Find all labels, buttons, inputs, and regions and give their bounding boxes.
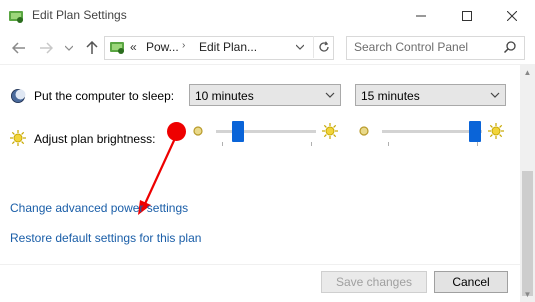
scroll-down-icon[interactable]: ▼ (520, 287, 535, 302)
brightness-thumb-plugged[interactable] (469, 121, 481, 142)
bright-sun-icon (488, 123, 504, 139)
address-history-button[interactable] (292, 39, 308, 55)
up-button[interactable] (83, 40, 101, 56)
recent-locations-button[interactable] (64, 40, 74, 56)
control-panel-icon (110, 42, 124, 54)
refresh-button[interactable] (313, 36, 334, 58)
scrollbar-thumb[interactable] (522, 171, 533, 296)
dim-sun-icon (193, 126, 203, 136)
breadcrumb-item-power[interactable]: Pow... (146, 40, 179, 54)
minimize-button[interactable] (398, 0, 444, 32)
forward-button[interactable] (37, 40, 55, 56)
close-icon (507, 11, 517, 21)
maximize-icon (462, 11, 472, 21)
search-input[interactable]: Search Control Panel (354, 40, 468, 54)
power-options-icon (9, 11, 23, 23)
brightness-slider-battery[interactable] (216, 130, 316, 133)
chevron-down-icon (65, 45, 73, 51)
slider-tick (477, 142, 478, 146)
slider-tick (311, 142, 312, 146)
select-value: 10 minutes (195, 89, 254, 103)
dim-sun-icon (359, 126, 369, 136)
back-button[interactable] (10, 40, 28, 56)
footer-divider (0, 264, 520, 265)
arrow-up-icon (86, 41, 98, 54)
moon-icon (11, 89, 26, 103)
sleep-plugged-in-select[interactable]: 15 minutes (355, 84, 506, 106)
brightness-slider-plugged[interactable] (382, 130, 482, 133)
chevron-down-icon (325, 88, 335, 105)
refresh-icon (319, 41, 329, 52)
window-title: Edit Plan Settings (32, 8, 127, 22)
chevron-down-icon (490, 88, 500, 105)
chevron-down-icon (296, 44, 304, 50)
arrow-right-icon (40, 42, 53, 54)
save-changes-button[interactable]: Save changes (321, 271, 427, 293)
arrow-left-icon (12, 42, 25, 54)
maximize-button[interactable] (444, 0, 490, 32)
sun-icon (10, 130, 26, 146)
sleep-on-battery-select[interactable]: 10 minutes (189, 84, 341, 106)
brightness-thumb-battery[interactable] (232, 121, 244, 142)
breadcrumb-item-edit-plan[interactable]: Edit Plan... (199, 40, 257, 54)
cancel-button[interactable]: Cancel (434, 271, 508, 293)
search-icon[interactable] (503, 40, 517, 54)
bright-sun-icon (322, 123, 338, 139)
slider-tick (222, 142, 223, 146)
scroll-up-icon[interactable]: ▲ (520, 64, 535, 81)
change-advanced-settings-link[interactable]: Change advanced power settings (10, 201, 188, 215)
breadcrumb-overflow[interactable]: « (130, 40, 137, 54)
minimize-icon (416, 15, 426, 17)
select-value: 15 minutes (361, 89, 420, 103)
restore-defaults-link[interactable]: Restore default settings for this plan (10, 231, 201, 245)
sleep-label: Put the computer to sleep: (34, 89, 175, 103)
slider-tick (388, 142, 389, 146)
chevron-right-icon[interactable]: › (182, 40, 185, 51)
close-button[interactable] (489, 0, 535, 32)
